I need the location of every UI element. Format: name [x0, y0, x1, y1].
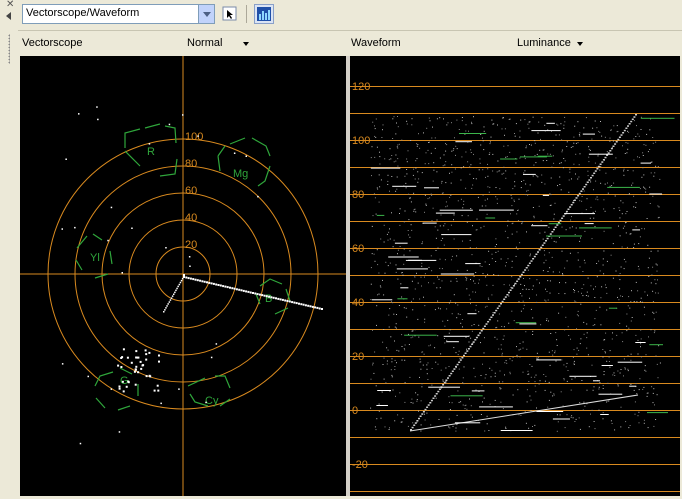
scale-label: 0: [352, 405, 358, 417]
histogram-icon: [257, 7, 271, 21]
toolbar-separator: [246, 5, 247, 23]
scale-label: -20: [352, 459, 368, 471]
target-label: Mg: [233, 168, 248, 180]
scale-label: 100: [352, 135, 370, 147]
vectorscope-mode-select[interactable]: Normal: [187, 37, 222, 49]
ring-label: 20: [185, 239, 197, 251]
ring-label: 60: [185, 185, 197, 197]
target-label: Yl: [90, 252, 100, 264]
vectorscope-graph: 20 40 60 80 100 R Mg B Cy G Yl: [20, 56, 346, 496]
drag-grip-icon[interactable]: [8, 34, 10, 64]
scale-label: 60: [352, 243, 364, 255]
chevron-down-icon[interactable]: [577, 42, 583, 46]
ring-label: 100: [185, 131, 203, 143]
waveform-graph: 120 100 80 60 40 20 0 -20: [350, 81, 680, 492]
target-g: [94, 367, 139, 411]
vectorscope-header: Vectorscope Normal: [18, 31, 346, 55]
panel-side-strip: ✕: [0, 0, 18, 499]
toolbar: Vectorscope/Waveform: [18, 0, 682, 31]
target-label: B: [265, 293, 272, 305]
vectorscope-panel: 20 40 60 80 100 R Mg B Cy G Yl: [20, 56, 346, 496]
target-label: Cy: [205, 395, 219, 407]
histogram-button[interactable]: [254, 4, 274, 24]
chevron-down-icon[interactable]: [243, 42, 249, 46]
view-select-value: Vectorscope/Waveform: [26, 7, 140, 19]
ring-label: 40: [185, 212, 197, 224]
waveform-mode-select[interactable]: Luminance: [517, 37, 571, 49]
ring-label: 80: [185, 158, 197, 170]
view-select[interactable]: Vectorscope/Waveform: [22, 4, 215, 24]
scale-label: 40: [352, 297, 364, 309]
waveform-header: Waveform Luminance: [348, 31, 682, 55]
scale-label: 120: [352, 81, 370, 93]
scale-label: 20: [352, 351, 364, 363]
cursor-tool-button[interactable]: [220, 4, 240, 24]
waveform-trace: [370, 114, 675, 432]
vectorscope-trace: [61, 106, 323, 445]
waveform-panel: 120 100 80 60 40 20 0 -20: [350, 56, 680, 496]
target-label: R: [147, 146, 155, 158]
scale-label: 80: [352, 189, 364, 201]
chevron-down-icon[interactable]: [198, 5, 214, 23]
cursor-icon: [222, 6, 237, 21]
collapse-arrow-icon[interactable]: [6, 12, 11, 20]
waveform-title: Waveform: [351, 37, 401, 49]
vectorscope-title: Vectorscope: [22, 37, 83, 49]
close-icon[interactable]: ✕: [6, 0, 14, 10]
